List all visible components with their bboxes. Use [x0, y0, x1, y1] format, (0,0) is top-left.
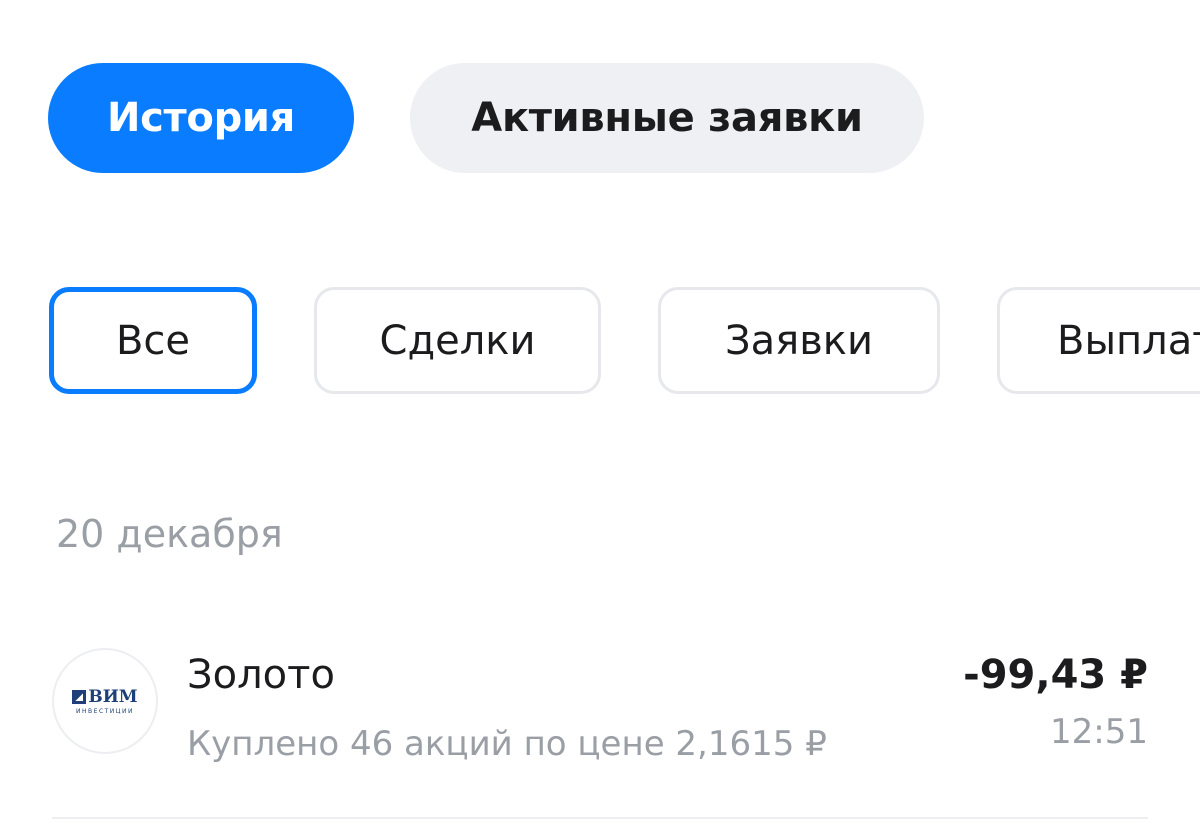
operation-title: Золото: [187, 652, 335, 698]
logo-text: ВИМ: [88, 687, 138, 707]
filter-chip-deals-label: Сделки: [379, 317, 536, 364]
date-group-header: 20 декабря: [56, 512, 283, 556]
filter-chip-all-label: Все: [115, 317, 191, 364]
filter-chip-all[interactable]: Все: [49, 287, 257, 394]
filter-chip-payouts-label: Выплаты: [1057, 317, 1200, 364]
logo-square-icon: [72, 690, 87, 704]
logo-mark: ВИМ: [72, 687, 138, 707]
operation-subtitle: Куплено 46 акций по цене 2,1615 ₽: [187, 724, 827, 764]
vim-logo-icon: ВИМ ИНВЕСТИЦИИ: [52, 648, 158, 754]
operations-history-screen: История Активные заявки Все Сделки Заявк…: [0, 0, 1200, 829]
operation-row[interactable]: ВИМ ИНВЕСТИЦИИ Золото Куплено 46 акций п…: [0, 620, 1200, 820]
tab-history-label: История: [106, 95, 296, 141]
filter-chip-orders-label: Заявки: [725, 317, 873, 364]
tab-history[interactable]: История: [48, 63, 354, 173]
logo-subtext: ИНВЕСТИЦИИ: [76, 708, 134, 715]
filter-chip-payouts[interactable]: Выплаты: [997, 287, 1200, 394]
filter-chip-deals[interactable]: Сделки: [314, 287, 601, 394]
tab-active-orders-label: Активные заявки: [471, 95, 863, 141]
row-divider: [52, 817, 1148, 819]
operation-amount: -99,43 ₽: [963, 652, 1148, 698]
filter-chip-orders[interactable]: Заявки: [658, 287, 940, 394]
tab-active-orders[interactable]: Активные заявки: [410, 63, 924, 173]
operation-time: 12:51: [1050, 712, 1148, 752]
